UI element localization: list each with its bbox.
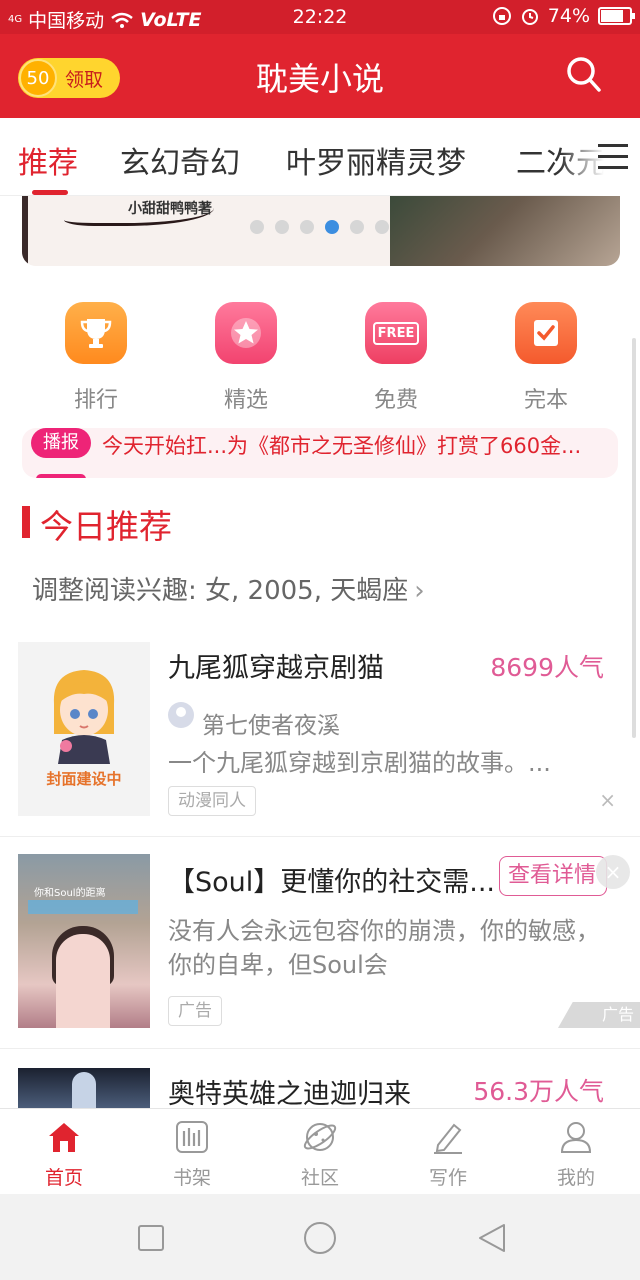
ad-tag: 广告 bbox=[168, 996, 222, 1026]
free-badge: FREE bbox=[372, 321, 420, 345]
carousel-dot[interactable] bbox=[350, 220, 364, 234]
carousel-dot[interactable] bbox=[275, 220, 289, 234]
home-button-icon[interactable] bbox=[302, 1220, 338, 1256]
broadcast-badge: 播报 bbox=[31, 428, 91, 458]
book-cover[interactable]: 封面建设中 bbox=[18, 642, 150, 816]
author-avatar bbox=[168, 702, 194, 728]
battery-percent: 74% bbox=[547, 5, 590, 27]
bookshelf-icon bbox=[176, 1121, 208, 1153]
book-popularity: 56.3万人气 bbox=[473, 1077, 604, 1106]
dismiss-icon[interactable]: × bbox=[599, 788, 616, 812]
bottom-navigation: 首页 书架 社区 写作 我的 bbox=[0, 1108, 640, 1194]
carousel-dot-active[interactable] bbox=[325, 220, 339, 234]
scrollbar[interactable] bbox=[632, 338, 636, 738]
book-title[interactable]: 九尾狐穿越京剧猫 bbox=[168, 646, 384, 685]
carousel-dots bbox=[250, 220, 389, 234]
book-title[interactable]: 奥特英雄之迪迦归来 bbox=[168, 1072, 411, 1111]
planet-icon bbox=[303, 1123, 337, 1151]
menu-icon[interactable] bbox=[598, 144, 628, 170]
quick-link-label: 完本 bbox=[523, 388, 568, 413]
quick-link-label: 免费 bbox=[373, 388, 418, 413]
status-right: 74% bbox=[492, 5, 635, 27]
nav-community[interactable]: 社区 bbox=[256, 1109, 384, 1195]
recent-apps-icon[interactable] bbox=[137, 1224, 165, 1252]
section-marker bbox=[22, 506, 30, 538]
star-icon bbox=[215, 302, 277, 364]
status-bar: 4G 中国移动 VoLTE 22:22 74% bbox=[0, 0, 640, 34]
nav-label: 书架 bbox=[172, 1167, 211, 1189]
chevron-right-icon: › bbox=[414, 576, 425, 606]
ad-watermark: 广告 bbox=[558, 1002, 640, 1028]
ad-title[interactable]: 【Soul】更懂你的社交需... bbox=[168, 860, 494, 899]
quick-link-completed[interactable]: 完本 bbox=[514, 302, 578, 413]
home-icon bbox=[49, 1123, 79, 1152]
user-icon bbox=[560, 1122, 592, 1153]
pen-icon bbox=[434, 1123, 462, 1154]
ad-image-caption: 你和Soul的距离 bbox=[34, 888, 106, 899]
app-header: 50 领取 耽美小说 bbox=[0, 34, 640, 118]
lock-rotation-icon bbox=[492, 7, 511, 25]
nav-label: 社区 bbox=[300, 1167, 339, 1189]
ad-description: 没有人会永远包容你的崩溃，你的敏感，你的自卑，但Soul会 bbox=[168, 917, 600, 979]
ad-image-person bbox=[56, 934, 110, 1028]
section-title: 今日推荐 bbox=[40, 507, 172, 546]
book-cover[interactable] bbox=[18, 1068, 150, 1108]
ad-close-icon[interactable]: × bbox=[596, 855, 630, 889]
divider bbox=[0, 1048, 640, 1049]
divider bbox=[0, 836, 640, 837]
ad-image-banner bbox=[28, 900, 138, 914]
back-icon[interactable] bbox=[476, 1222, 508, 1254]
category-tabs: 推荐 玄幻奇幻 叶罗丽精灵梦 二次元 bbox=[0, 118, 640, 196]
tab-recommend[interactable]: 推荐 bbox=[18, 138, 78, 182]
nav-profile[interactable]: 我的 bbox=[512, 1109, 640, 1195]
cover-placeholder-text: 封面建设中 bbox=[46, 770, 122, 788]
book-description: 一个九尾狐穿越到京剧猫的故事。... bbox=[168, 749, 551, 777]
quick-link-featured[interactable]: 精选 bbox=[214, 302, 278, 413]
nav-label: 我的 bbox=[556, 1167, 595, 1189]
nav-label: 首页 bbox=[44, 1167, 83, 1189]
quick-link-free[interactable]: FREE 免费 bbox=[364, 302, 428, 413]
checkmark-book-icon bbox=[515, 302, 577, 364]
tab-yeluoli[interactable]: 叶罗丽精灵梦 bbox=[286, 138, 466, 182]
carousel-dot[interactable] bbox=[375, 220, 389, 234]
banner-image bbox=[390, 196, 620, 266]
carousel-dot[interactable] bbox=[250, 220, 264, 234]
nav-bookshelf[interactable]: 书架 bbox=[128, 1109, 256, 1195]
quick-link-label: 精选 bbox=[223, 388, 268, 413]
nav-home[interactable]: 首页 bbox=[0, 1109, 128, 1195]
active-tab-indicator bbox=[32, 190, 68, 195]
genre-tag: 动漫同人 bbox=[168, 786, 256, 816]
preferences-text: 调整阅读兴趣: 女, 2005, 天蝎座 bbox=[32, 576, 409, 606]
tab-fantasy[interactable]: 玄幻奇幻 bbox=[120, 138, 240, 182]
ad-image[interactable]: 你和Soul的距离 bbox=[18, 854, 150, 1028]
system-navigation bbox=[0, 1194, 640, 1280]
book-author: 第七使者夜溪 bbox=[202, 713, 340, 739]
free-tag-icon: FREE bbox=[365, 302, 427, 364]
quick-link-ranking[interactable]: 排行 bbox=[64, 302, 128, 413]
book-popularity: 8699人气 bbox=[490, 653, 604, 682]
broadcast-text: 今天开始扛...为《都市之无圣修仙》打赏了660金... bbox=[102, 434, 582, 458]
nav-write[interactable]: 写作 bbox=[384, 1109, 512, 1195]
banner-author-text: 小甜甜鸭鸭著 bbox=[128, 201, 212, 217]
broadcast-ticker[interactable]: 播报 今天开始扛...为《都市之无圣修仙》打赏了660金... bbox=[22, 428, 618, 478]
reading-preferences-link[interactable]: 调整阅读兴趣: 女, 2005, 天蝎座 › bbox=[32, 570, 425, 607]
page-title: 耽美小说 bbox=[255, 60, 384, 98]
placeholder-avatar-illustration bbox=[53, 670, 115, 764]
trophy-icon bbox=[65, 302, 127, 364]
view-details-button[interactable]: 查看详情 bbox=[499, 856, 607, 896]
alarm-icon bbox=[521, 9, 538, 25]
nav-label: 写作 bbox=[428, 1167, 467, 1189]
search-icon[interactable] bbox=[566, 56, 602, 96]
broadcast-badge-next bbox=[36, 474, 86, 478]
battery-icon bbox=[598, 7, 635, 25]
quick-link-label: 排行 bbox=[73, 388, 118, 413]
carousel-dot[interactable] bbox=[300, 220, 314, 234]
